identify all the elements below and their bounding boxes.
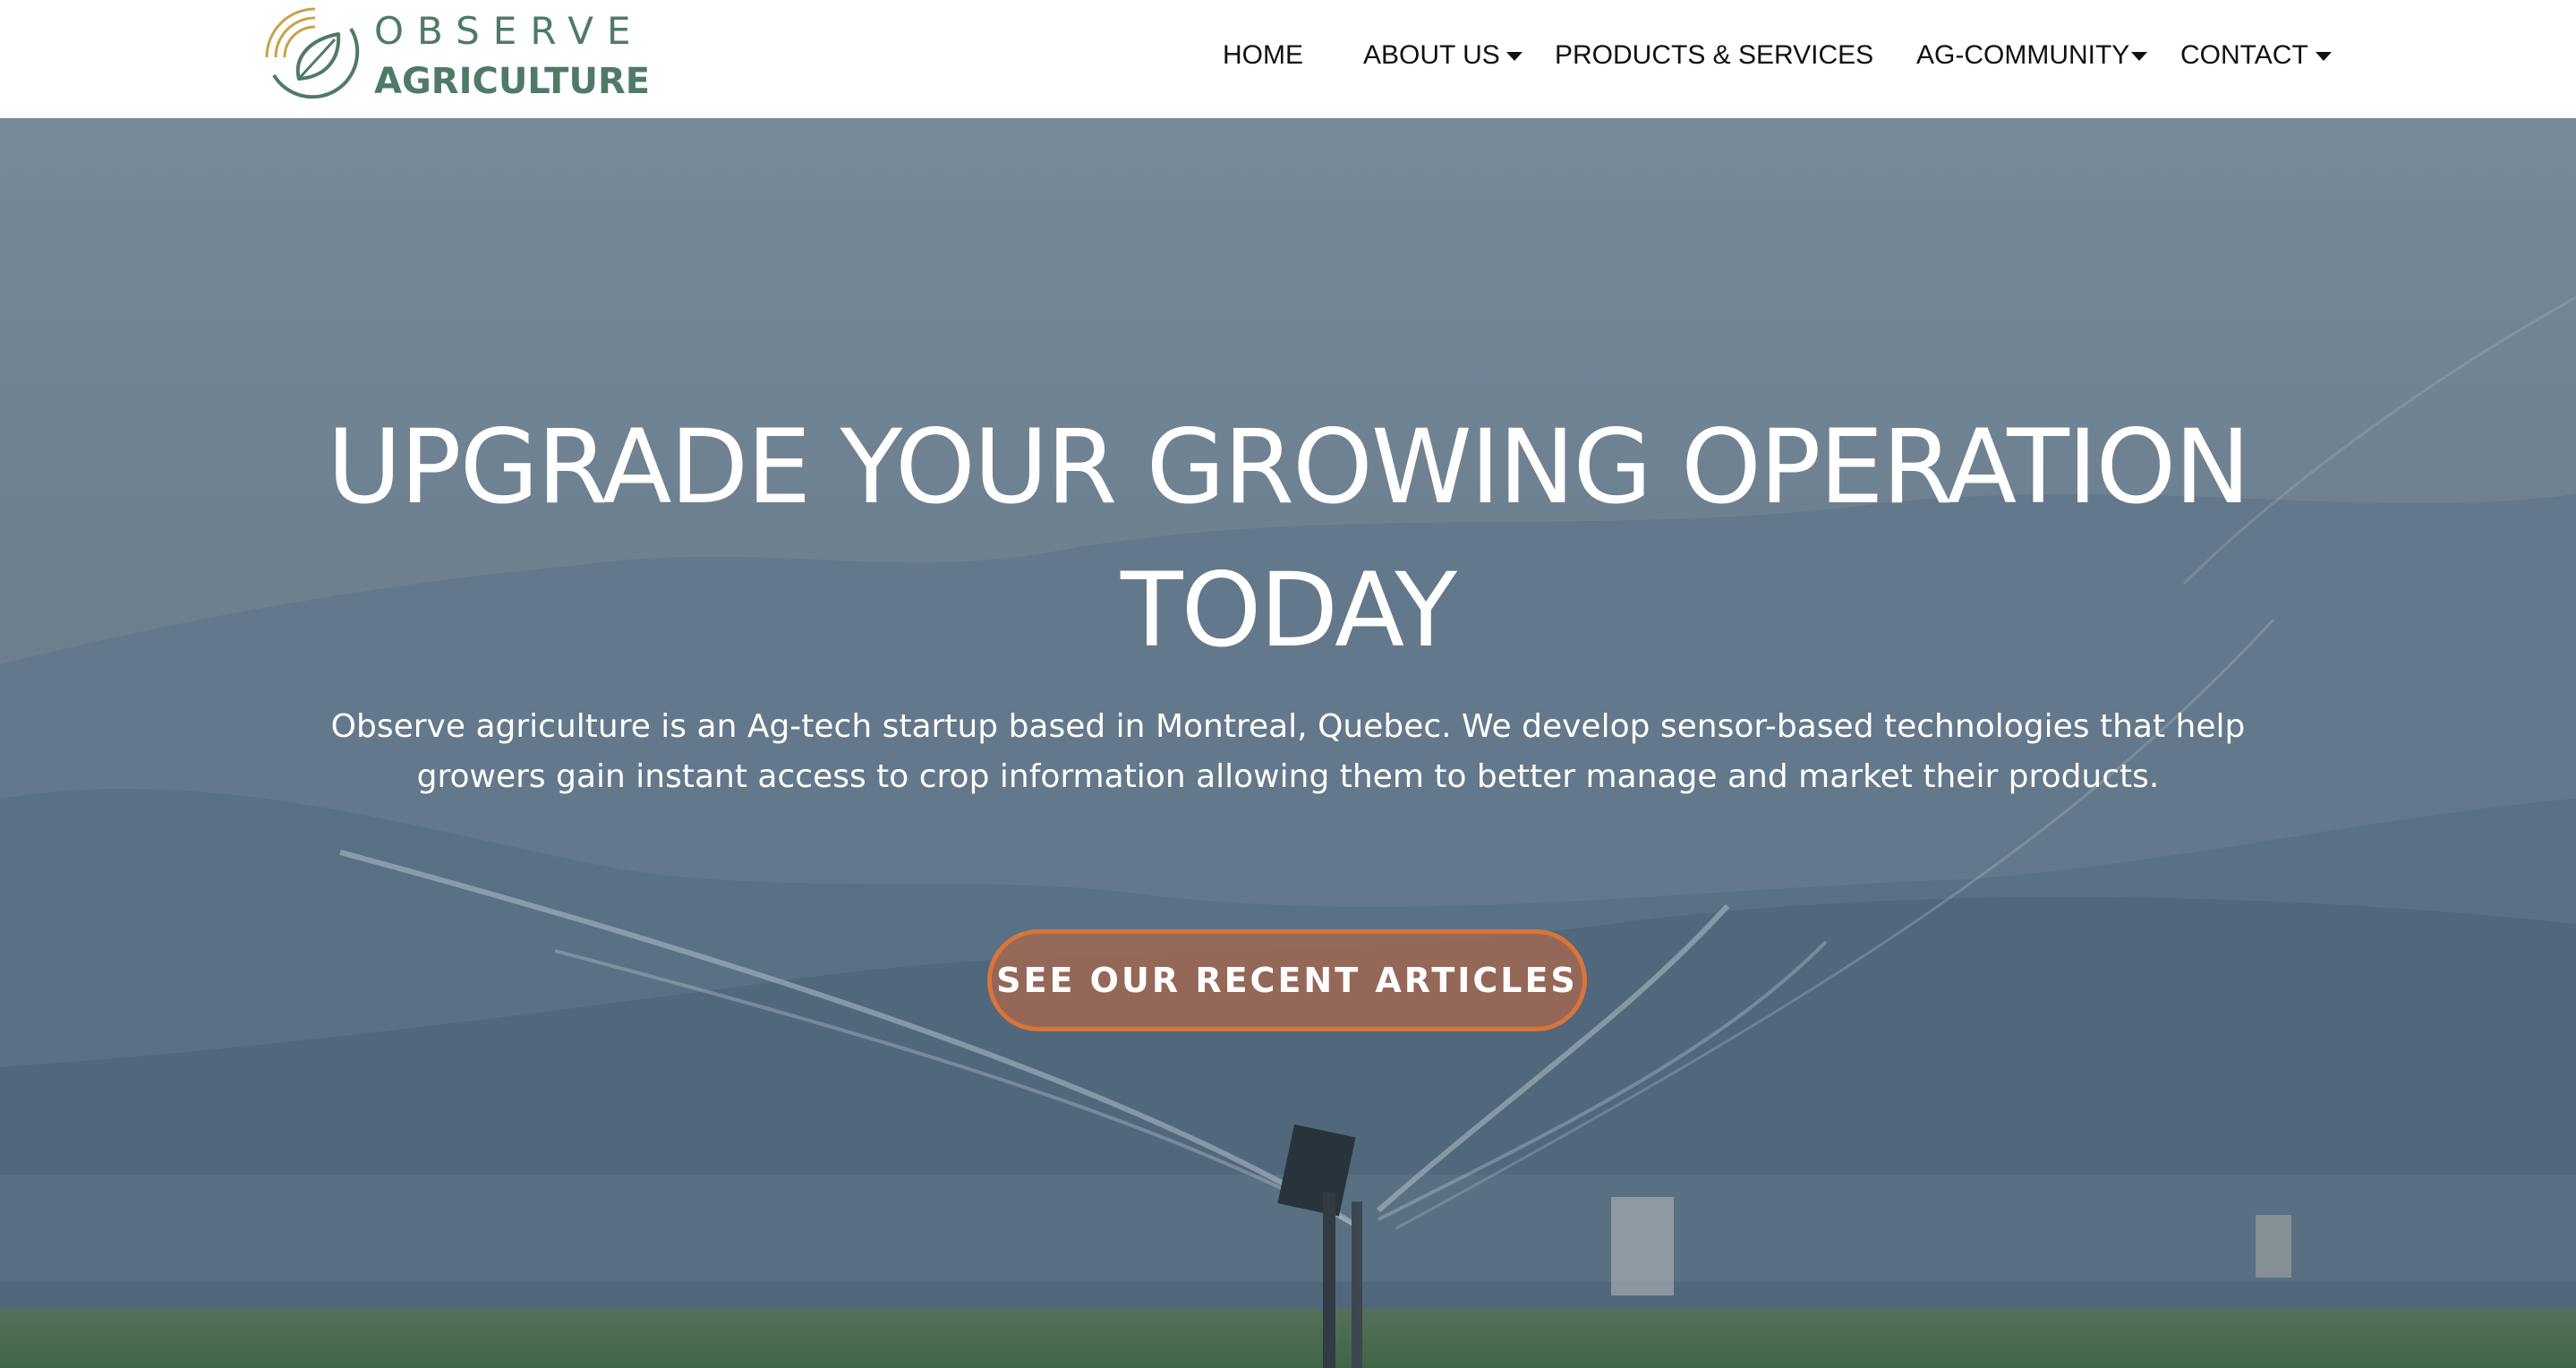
site-header: OBSERVE AGRICULTURE HOME ABOUT US PRODUC… — [0, 0, 2576, 118]
nav-item-products-services[interactable]: PRODUCTS & SERVICES — [1555, 34, 1873, 77]
caret-down-icon[interactable] — [2316, 52, 2332, 61]
nav-item-ag-community[interactable]: AG-COMMUNITY — [1916, 34, 2129, 77]
nav-item-contact[interactable]: CONTACT — [2180, 34, 2308, 77]
nav-item-home[interactable]: HOME — [1223, 34, 1303, 77]
hero-section: UPGRADE YOUR GROWING OPERATION TODAY Obs… — [0, 118, 2576, 1368]
hero-description: Observe agriculture is an Ag-tech startu… — [330, 708, 2246, 795]
hero-title: UPGRADE YOUR GROWING OPERATION TODAY — [327, 407, 2250, 670]
caret-down-icon[interactable] — [1506, 52, 1523, 61]
nav-item-about-us[interactable]: ABOUT US — [1363, 34, 1500, 77]
main-nav: HOME ABOUT US PRODUCTS & SERVICES AG-COM… — [0, 34, 2576, 77]
see-recent-articles-button[interactable]: SEE OUR RECENT ARTICLES — [987, 929, 1587, 1031]
caret-down-icon[interactable] — [2131, 52, 2147, 61]
